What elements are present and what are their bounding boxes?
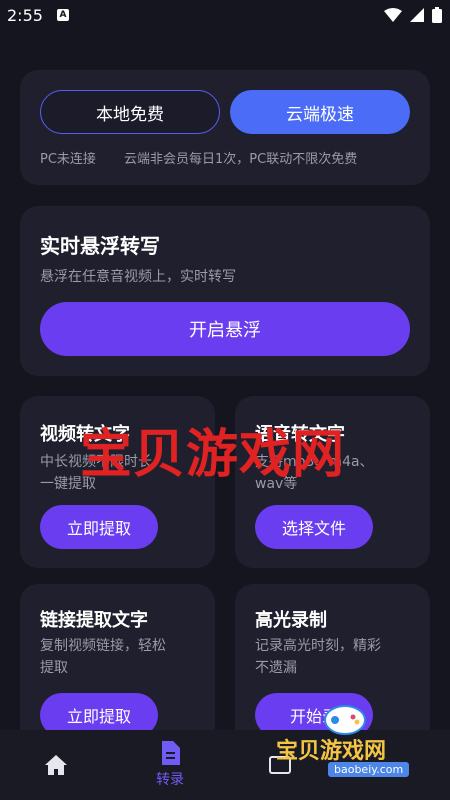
status-time: 2:55 xyxy=(7,6,43,25)
watermark-domain: baobeiy.com xyxy=(328,762,410,777)
notification-a-icon: A xyxy=(57,9,69,21)
nav-transcribe-label: 转录 xyxy=(156,772,184,788)
nav-transcribe[interactable]: 转录 xyxy=(145,730,195,800)
signal-icon xyxy=(410,8,424,22)
video-extract-button[interactable]: 立即提取 xyxy=(40,505,158,549)
open-float-button[interactable]: 开启悬浮 xyxy=(40,302,410,356)
status-bar: 2:55 A xyxy=(0,0,450,32)
float-subtitle: 悬浮在任意音视频上，实时转写 xyxy=(40,269,236,285)
highlight-card-desc: 记录高光时刻，精彩不遗漏 xyxy=(255,638,381,676)
cloud-fast-button[interactable]: 云端极速 xyxy=(230,90,410,134)
cloud-note: 云端非会员每日1次，PC联动不限次免费 xyxy=(124,152,358,167)
watermark-text-small: 宝贝游戏网 xyxy=(276,739,387,764)
float-title: 实时悬浮转写 xyxy=(40,234,160,258)
select-file-button[interactable]: 选择文件 xyxy=(255,505,373,549)
battery-icon xyxy=(432,7,442,23)
status-icons xyxy=(384,7,442,23)
highlight-card-title: 高光录制 xyxy=(255,610,327,631)
nav-home[interactable] xyxy=(36,730,76,800)
home-icon xyxy=(45,755,67,775)
wifi-icon xyxy=(384,8,402,22)
gamepad-logo-icon xyxy=(324,705,366,735)
pc-status: PC未连接 xyxy=(40,152,96,167)
document-icon xyxy=(162,741,180,765)
link-card-title: 链接提取文字 xyxy=(40,610,148,631)
local-free-button[interactable]: 本地免费 xyxy=(40,90,220,134)
watermark-text-large: 宝贝游戏网 xyxy=(80,425,346,485)
link-card-desc: 复制视频链接，轻松提取 xyxy=(40,638,166,676)
